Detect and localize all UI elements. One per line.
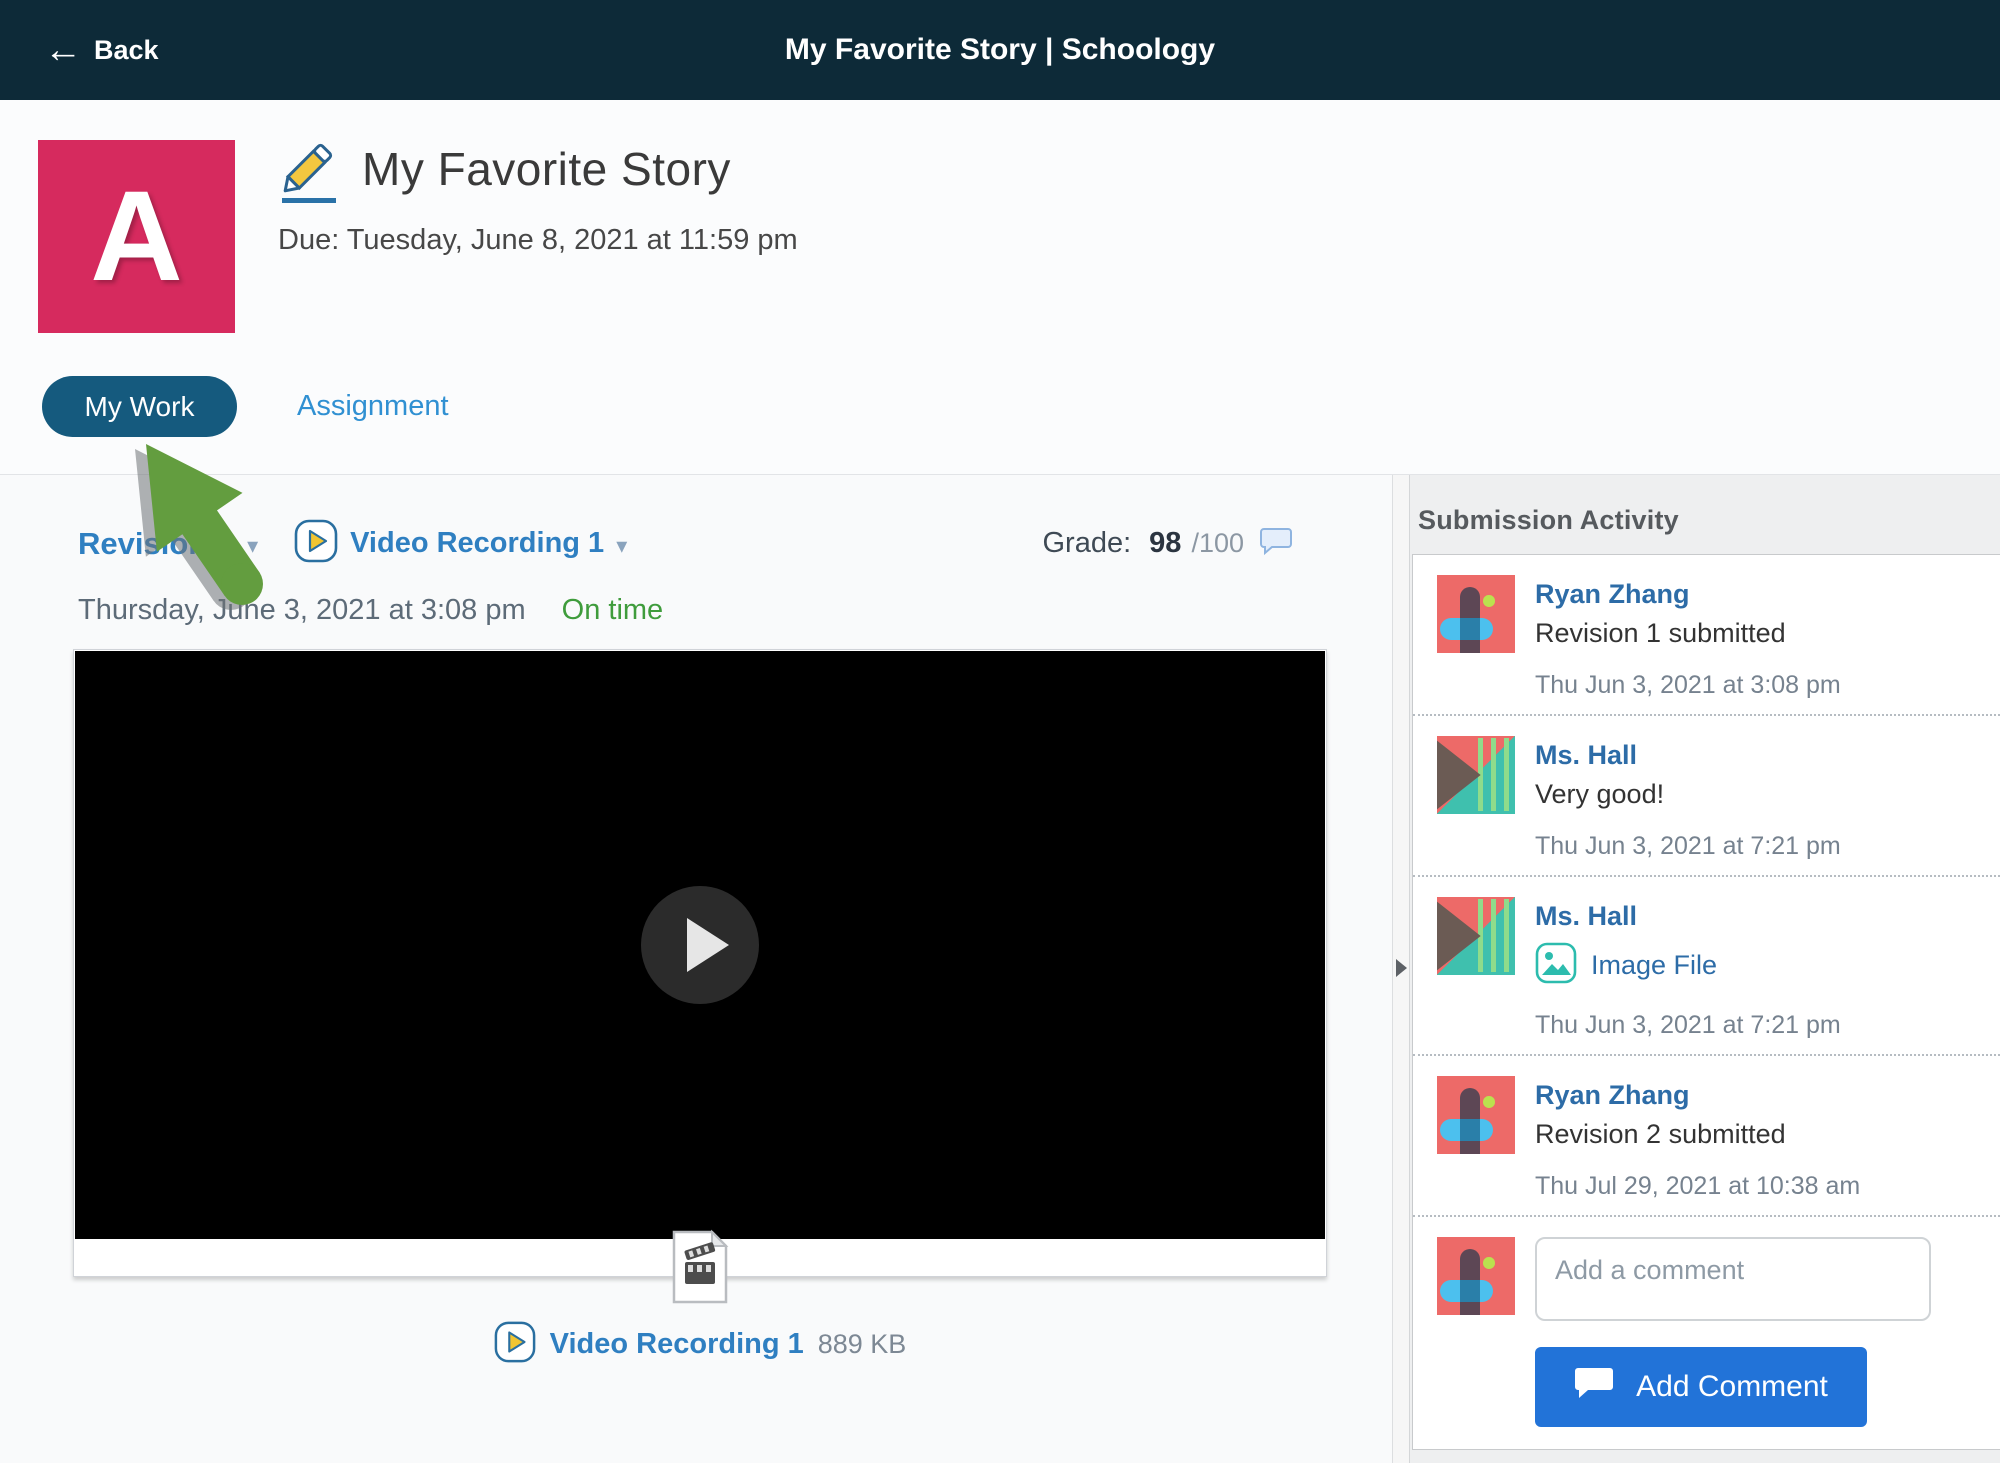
chevron-down-icon: ▾ bbox=[616, 533, 627, 559]
schoology-assignment-page: ← Back My Favorite Story | Schoology A bbox=[0, 0, 2000, 1463]
revision-label: Revision 1 bbox=[78, 526, 233, 562]
submission-panel: Revision 1 ▾ Video Recording 1 ▾ Grade: bbox=[0, 475, 1392, 1463]
activity-user-link[interactable]: Ryan Zhang bbox=[1535, 579, 1841, 610]
comment-input[interactable] bbox=[1535, 1237, 1931, 1321]
grade-label: Grade: bbox=[1043, 527, 1132, 560]
tab-assignment[interactable]: Assignment bbox=[297, 390, 449, 423]
activity-item: Ms. Hall Image File Thu Jun bbox=[1413, 877, 2000, 1056]
content-row: Revision 1 ▾ Video Recording 1 ▾ Grade: bbox=[0, 475, 2000, 1463]
avatar bbox=[1437, 897, 1515, 975]
attachment-link[interactable]: Video Recording 1 bbox=[550, 1328, 804, 1361]
status-badge: On time bbox=[562, 594, 664, 627]
video-card bbox=[73, 649, 1327, 1277]
submission-header-row: Revision 1 ▾ Video Recording 1 ▾ Grade: bbox=[0, 475, 1392, 568]
submission-date-row: Thursday, June 3, 2021 at 3:08 pm On tim… bbox=[0, 568, 1392, 627]
video-file-icon[interactable] bbox=[671, 1229, 729, 1310]
video-play-icon bbox=[494, 1321, 536, 1368]
recording-label: Video Recording 1 bbox=[350, 527, 604, 560]
sidebar-splitter[interactable] bbox=[1392, 475, 1410, 1463]
activity-text: Revision 1 submitted bbox=[1535, 618, 1841, 649]
activity-feed: Ryan Zhang Revision 1 submitted Thu Jun … bbox=[1412, 554, 2000, 1450]
grade-total: /100 bbox=[1191, 528, 1244, 559]
assignment-header: A My Favorite Story Due: Tuesday, June bbox=[0, 100, 2000, 475]
play-button[interactable] bbox=[641, 886, 759, 1004]
attachment-row: Video Recording 1 889 KB bbox=[73, 1321, 1327, 1368]
revision-dropdown[interactable]: Revision 1 ▾ bbox=[78, 526, 258, 562]
due-date: Due: Tuesday, June 8, 2021 at 11:59 pm bbox=[278, 224, 798, 257]
recording-dropdown[interactable]: Video Recording 1 ▾ bbox=[294, 519, 627, 568]
pencil-icon bbox=[278, 142, 340, 208]
activity-user-link[interactable]: Ms. Hall bbox=[1535, 901, 1841, 932]
submission-activity-sidebar: Submission Activity Ryan Zhang Revision … bbox=[1410, 475, 2000, 1463]
add-comment-button[interactable]: Add Comment bbox=[1535, 1347, 1867, 1427]
activity-timestamp: Thu Jun 3, 2021 at 3:08 pm bbox=[1535, 671, 1841, 700]
assignment-thumbnail-letter: A bbox=[90, 163, 182, 310]
top-bar: ← Back My Favorite Story | Schoology bbox=[0, 0, 2000, 100]
image-file-icon bbox=[1535, 942, 1577, 989]
video-player[interactable] bbox=[75, 651, 1325, 1239]
activity-timestamp: Thu Jul 29, 2021 at 10:38 am bbox=[1535, 1172, 1860, 1201]
tabs: My Work Assignment bbox=[42, 376, 449, 437]
activity-text: Revision 2 submitted bbox=[1535, 1119, 1860, 1150]
grade-score: 98 bbox=[1149, 527, 1181, 560]
attachment-size: 889 KB bbox=[818, 1329, 907, 1360]
activity-item: Ryan Zhang Revision 2 submitted Thu Jul … bbox=[1413, 1056, 2000, 1217]
chevron-down-icon: ▾ bbox=[247, 533, 258, 559]
activity-text: Very good! bbox=[1535, 779, 1841, 810]
activity-item: Ryan Zhang Revision 1 submitted Thu Jun … bbox=[1413, 555, 2000, 716]
activity-user-link[interactable]: Ryan Zhang bbox=[1535, 1080, 1860, 1111]
avatar bbox=[1437, 1237, 1515, 1315]
video-play-icon bbox=[294, 519, 338, 568]
comment-compose-row bbox=[1413, 1217, 2000, 1321]
activity-timestamp: Thu Jun 3, 2021 at 7:21 pm bbox=[1535, 832, 1841, 861]
avatar bbox=[1437, 1076, 1515, 1154]
activity-user-link[interactable]: Ms. Hall bbox=[1535, 740, 1841, 771]
collapse-handle-icon[interactable] bbox=[1396, 959, 1407, 977]
assignment-title-block: My Favorite Story Due: Tuesday, June 8, … bbox=[278, 142, 798, 257]
submitted-timestamp: Thursday, June 3, 2021 at 3:08 pm bbox=[78, 594, 526, 627]
window-title: My Favorite Story | Schoology bbox=[0, 33, 2000, 67]
assignment-title: My Favorite Story bbox=[362, 142, 731, 196]
image-file-link[interactable]: Image File bbox=[1535, 942, 1841, 989]
assignment-thumbnail: A bbox=[38, 140, 235, 333]
avatar bbox=[1437, 575, 1515, 653]
grade-block: Grade: 98 /100 bbox=[1043, 526, 1293, 561]
comment-bubble-icon bbox=[1574, 1366, 1614, 1408]
activity-timestamp: Thu Jun 3, 2021 at 7:21 pm bbox=[1535, 1011, 1841, 1040]
activity-item: Ms. Hall Very good! Thu Jun 3, 2021 at 7… bbox=[1413, 716, 2000, 877]
sidebar-title: Submission Activity bbox=[1418, 505, 2000, 536]
avatar bbox=[1437, 736, 1515, 814]
tab-my-work[interactable]: My Work bbox=[42, 376, 237, 437]
image-file-label: Image File bbox=[1591, 950, 1717, 981]
grade-comment-icon[interactable] bbox=[1260, 526, 1292, 561]
add-comment-label: Add Comment bbox=[1636, 1370, 1828, 1404]
